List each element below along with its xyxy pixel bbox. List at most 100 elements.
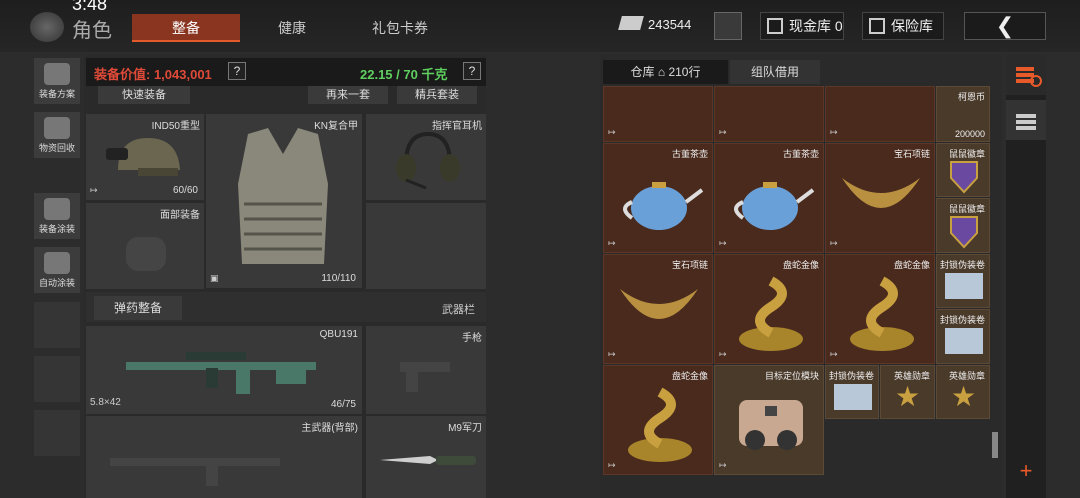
home-icon: ⌂ (657, 65, 666, 79)
rifle-icon (126, 352, 316, 394)
warehouse-item[interactable]: ↦ (714, 86, 824, 142)
item-name: 柯恩币 (957, 92, 985, 102)
plus-icon: + (1019, 458, 1033, 483)
move-out-icon: ↦ (830, 127, 838, 137)
value-help-button[interactable]: ? (228, 62, 246, 80)
sidebar-empty-slot (34, 302, 80, 348)
filter-button[interactable] (1006, 100, 1046, 140)
quick-equip-button[interactable]: 快速装备 (98, 86, 190, 104)
warehouse-item[interactable]: 古董茶壶 ↦ (714, 143, 824, 253)
sidebar-item-label: 装备方案 (38, 89, 75, 99)
snake-statue-icon (739, 276, 803, 351)
empty-slot[interactable] (366, 203, 486, 289)
rifle-placeholder-icon (110, 458, 280, 486)
backup-weapon-slot[interactable]: 主武器(背部) (86, 416, 362, 498)
warehouse-item-voucher[interactable]: 封锁伪装卷 (825, 365, 879, 419)
cash-depot-button[interactable]: 现金库 0 (760, 12, 844, 40)
safe-depot-button[interactable]: 保险库 (862, 12, 944, 40)
necklace-icon (842, 178, 920, 208)
move-out-icon: ↦ (830, 238, 838, 248)
sidebar-item-skin[interactable]: 装备涂装 (34, 193, 80, 239)
warehouse-item[interactable]: 宝石项链 ↦ (603, 254, 713, 364)
tab-health[interactable]: 健康 (238, 14, 346, 42)
helmet-slot[interactable]: IND50重型 ↦ 60/60 (86, 114, 204, 200)
warehouse-item-badge[interactable]: 鼠鼠徽章 (936, 143, 990, 197)
sort-button[interactable] (1006, 55, 1046, 95)
loadout-icon (44, 63, 70, 85)
warehouse-item[interactable]: 目标定位模块 ↦ (714, 365, 824, 475)
item-name: 盘蛇金像 (893, 260, 930, 270)
teapot-icon (623, 182, 704, 230)
medal-icon: ★ (951, 381, 977, 412)
mask-placeholder-icon (126, 237, 166, 271)
item-name: 封锁伪装卷 (828, 371, 874, 381)
spray-icon (44, 252, 70, 274)
item-name: 目标定位模块 (764, 371, 819, 381)
move-out-icon: ↦ (608, 349, 616, 359)
weight-help-button[interactable]: ? (463, 62, 481, 80)
face-slot[interactable]: 面部装备 (86, 203, 204, 289)
add-button[interactable]: + (1006, 456, 1046, 486)
trader-button[interactable] (714, 12, 742, 40)
armor-lock-icon: ▣ (210, 273, 219, 283)
safe-depot-label: 保险库 (891, 18, 933, 34)
pistol-placeholder-icon (400, 362, 450, 392)
warehouse-item[interactable]: 盘蛇金像 ↦ (714, 254, 824, 364)
sidebar-item-loadout[interactable]: 装备方案 (34, 58, 80, 104)
ammo-loadout-button[interactable]: 弹药整备 (94, 296, 182, 320)
tab-packs[interactable]: 礼包卡券 (345, 14, 455, 42)
repeat-loadout-button[interactable]: 再来一套 (308, 86, 388, 104)
knife-slot[interactable]: M9军刀 (366, 416, 486, 498)
tab-gear[interactable]: 整备 (132, 14, 240, 42)
badge-icon (950, 216, 978, 249)
warehouse-item[interactable]: ↦ (603, 86, 713, 142)
body-armor-icon (238, 128, 328, 264)
snake-statue-icon (628, 387, 692, 462)
stack-refresh-icon (1016, 67, 1042, 87)
warehouse-item[interactable]: 古董茶壶 ↦ (603, 143, 713, 253)
warehouse-item-voucher[interactable]: 封锁伪装卷 (936, 254, 990, 308)
warehouse-item-coin[interactable]: 柯恩币 200000 (936, 86, 990, 142)
sidebar-item-auto-skin[interactable]: 自动涂装 (34, 247, 80, 293)
move-out-icon: ↦ (830, 349, 838, 359)
item-name: 古董茶壶 (782, 149, 819, 159)
warehouse-item[interactable]: 宝石项链 ↦ (825, 143, 935, 253)
warehouse-rows: 210行 (668, 65, 701, 79)
armor-slot[interactable]: KN复合甲 ▣ 110/110 (206, 114, 362, 288)
pistol-slot-label: 手枪 (462, 333, 482, 344)
move-out-icon: ↦ (719, 460, 727, 470)
cash-depot-label: 现金库 0 (789, 18, 843, 34)
sidebar-item-label: 物资回收 (38, 143, 75, 153)
snake-statue-icon (850, 276, 914, 351)
knife-name: M9军刀 (448, 423, 482, 434)
pistol-slot[interactable]: 手枪 (366, 326, 486, 414)
tab-warehouse-label: 仓库 (630, 65, 655, 79)
move-out-icon: ↦ (608, 238, 616, 248)
warehouse-item[interactable]: 盘蛇金像 ↦ (603, 365, 713, 475)
chevron-left-icon: ❮ (995, 13, 1015, 38)
headset-icon (396, 131, 460, 190)
warehouse-item-medal[interactable]: 英雄勋章 ★ (880, 365, 935, 419)
voucher-icon (834, 384, 872, 410)
warehouse-item[interactable]: ↦ (825, 86, 935, 142)
tab-team-borrow[interactable]: 组队借用 (730, 60, 820, 84)
warehouse-scrollbar[interactable] (992, 432, 998, 458)
recycle-icon (44, 117, 70, 139)
move-out-icon: ↦ (608, 127, 616, 137)
headset-slot[interactable]: 指挥官耳机 (366, 114, 486, 200)
primary-weapon-slot[interactable]: QBU191 5.8×42 46/75 (86, 326, 362, 414)
tab-warehouse[interactable]: 仓库 ⌂ 210行 (603, 60, 728, 84)
target-module-icon (739, 400, 803, 450)
warehouse-item-medal[interactable]: 英雄勋章 ★ (936, 365, 990, 419)
stack-icon (1016, 114, 1036, 130)
warehouse-item[interactable]: 盘蛇金像 ↦ (825, 254, 935, 364)
sidebar-item-recycle[interactable]: 物资回收 (34, 112, 80, 158)
helmet-icon (106, 138, 180, 176)
item-name: 封锁伪装卷 (939, 315, 985, 325)
primary-ammo: 46/75 (330, 399, 356, 410)
warehouse-item-badge[interactable]: 鼠鼠徽章 (936, 198, 990, 253)
back-button[interactable]: ❮ (964, 12, 1046, 40)
elite-loadout-button[interactable]: 精兵套装 (397, 86, 477, 104)
sidebar-empty-slot (34, 356, 80, 402)
warehouse-item-voucher[interactable]: 封锁伪装卷 (936, 309, 990, 364)
